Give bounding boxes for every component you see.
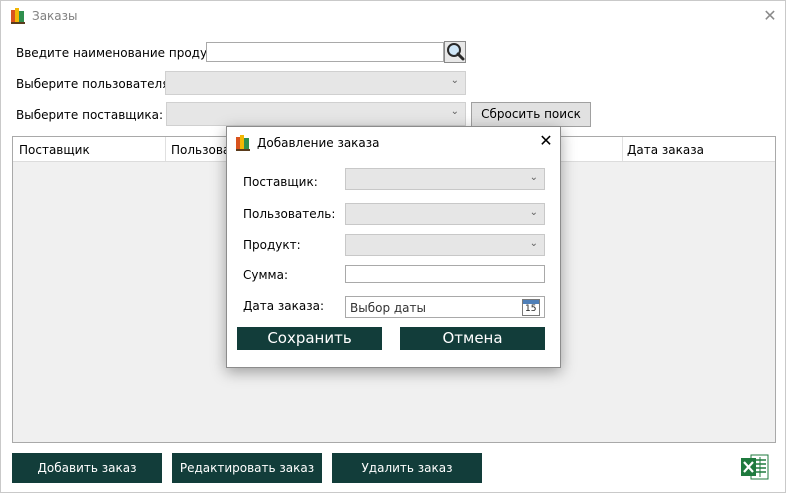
window-title: Заказы (32, 9, 78, 23)
dialog-date-picker[interactable]: Выбор даты 15 (345, 296, 545, 318)
search-button[interactable] (444, 41, 466, 63)
user-select[interactable]: ⌄ (165, 71, 466, 95)
chevron-down-icon: ⌄ (529, 207, 538, 218)
calendar-icon[interactable]: 15 (522, 299, 540, 316)
title-bar: Заказы ✕ (1, 1, 785, 31)
chevron-down-icon: ⌄ (450, 106, 459, 117)
add-order-button[interactable]: Добавить заказ (12, 453, 162, 483)
dialog-user-label: Пользователь: (243, 207, 336, 221)
product-label: Введите наименование продукта: (16, 46, 233, 60)
column-separator (622, 137, 623, 161)
column-header-order-date[interactable]: Дата заказа (627, 143, 704, 157)
user-label: Выберите пользователя: (16, 77, 174, 91)
dialog-product-select[interactable]: ⌄ (345, 234, 545, 256)
close-icon[interactable]: ✕ (761, 7, 779, 25)
product-search-input[interactable] (206, 42, 444, 62)
books-icon (236, 135, 250, 151)
dialog-supplier-label: Поставщик: (243, 175, 318, 189)
date-placeholder: Выбор даты (350, 301, 426, 315)
chevron-down-icon: ⌄ (529, 238, 538, 249)
save-button[interactable]: Сохранить (237, 327, 382, 350)
dialog-supplier-select[interactable]: ⌄ (345, 168, 545, 190)
orders-window: Заказы ✕ Введите наименование продукта: … (0, 0, 786, 493)
edit-order-button[interactable]: Редактировать заказ (172, 453, 322, 483)
chevron-down-icon: ⌄ (529, 172, 538, 183)
magnifier-icon (447, 43, 465, 61)
excel-icon[interactable] (741, 453, 769, 481)
column-separator (165, 137, 166, 161)
calendar-day: 15 (525, 304, 537, 314)
dialog-sum-label: Сумма: (243, 268, 288, 282)
reset-search-button[interactable]: Сбросить поиск (471, 102, 591, 127)
dialog-product-label: Продукт: (243, 238, 301, 252)
cancel-button[interactable]: Отмена (400, 327, 545, 350)
delete-order-button[interactable]: Удалить заказ (332, 453, 482, 483)
dialog-user-select[interactable]: ⌄ (345, 203, 545, 225)
books-icon (11, 8, 25, 24)
close-icon[interactable]: ✕ (537, 132, 555, 150)
supplier-select[interactable]: ⌄ (166, 102, 466, 126)
dialog-date-label: Дата заказа: (243, 299, 324, 313)
supplier-label: Выберите поставщика: (16, 108, 164, 122)
chevron-down-icon: ⌄ (450, 75, 459, 86)
dialog-title: Добавление заказа (257, 136, 380, 150)
column-header-supplier[interactable]: Поставщик (19, 143, 90, 157)
dialog-sum-input[interactable] (345, 265, 545, 283)
add-order-dialog: Добавление заказа ✕ Поставщик: ⌄ Пользов… (226, 126, 561, 368)
